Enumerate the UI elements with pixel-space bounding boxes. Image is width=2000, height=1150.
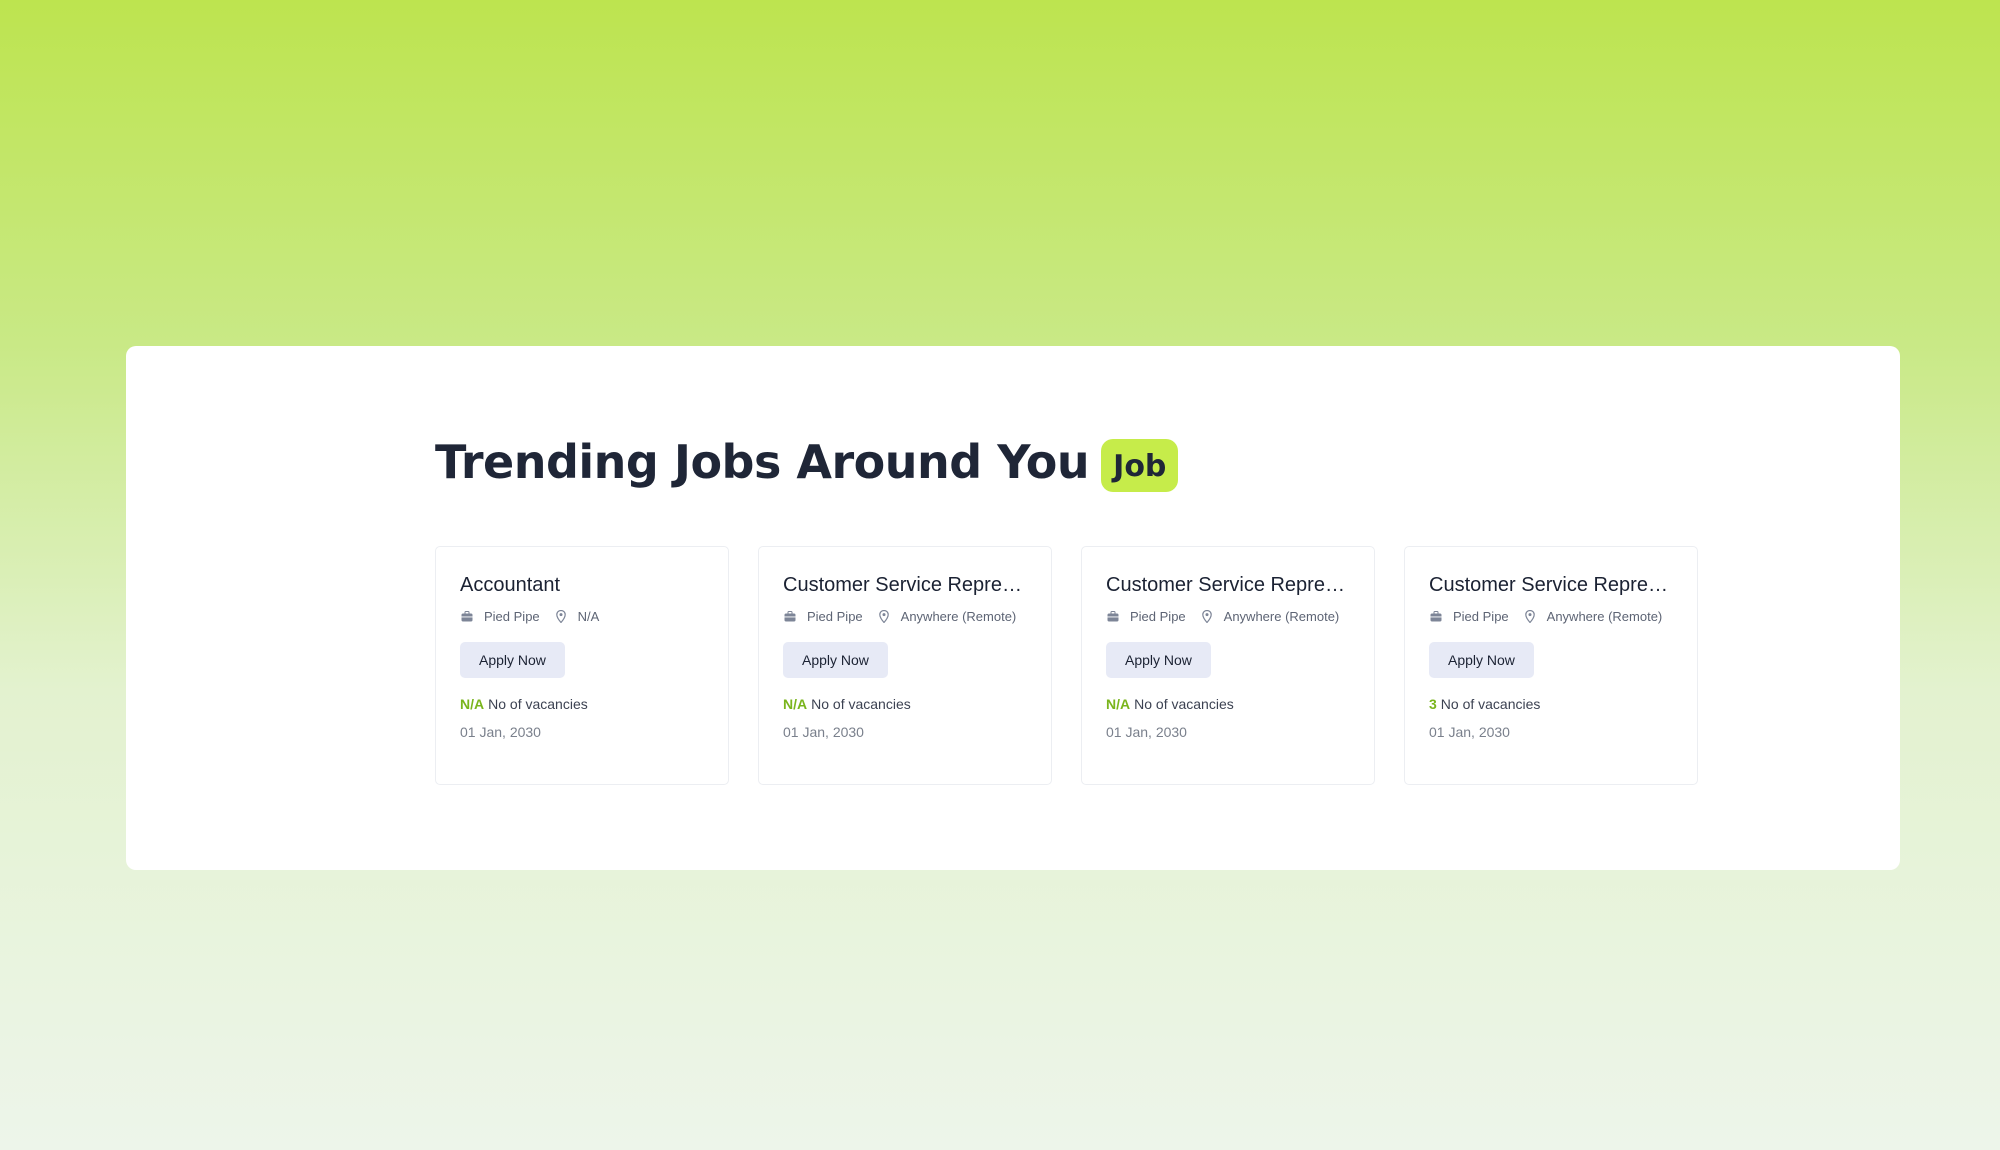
job-card[interactable]: Customer Service Repres... Pied Pipe Any… (1404, 546, 1698, 785)
vacancies: 3 No of vacancies (1429, 696, 1673, 712)
job-date: 01 Jan, 2030 (1429, 724, 1510, 740)
section-header: Trending Jobs Around You Job (435, 431, 1179, 492)
job-date: 01 Jan, 2030 (460, 724, 541, 740)
job-location: Anywhere (Remote) (1223, 609, 1340, 624)
briefcase-icon (1106, 610, 1120, 624)
company-name: Pied Pipe (1130, 609, 1186, 624)
job-meta: Pied Pipe Anywhere (Remote) (1106, 609, 1350, 624)
vacancies: N/A No of vacancies (460, 696, 704, 712)
vacancies-count: N/A (783, 696, 808, 712)
job-title[interactable]: Accountant (460, 573, 704, 597)
vacancies-count: N/A (1106, 696, 1131, 712)
apply-now-button[interactable]: Apply Now (1106, 642, 1211, 678)
trending-jobs-panel: Trending Jobs Around You Job Accountant … (126, 346, 1900, 870)
job-meta: Pied Pipe Anywhere (Remote) (1429, 609, 1673, 624)
job-badge: Job (1101, 439, 1179, 492)
company-name: Pied Pipe (1453, 609, 1509, 624)
job-location: N/A (577, 609, 600, 624)
vacancies-label: No of vacancies (1440, 696, 1541, 712)
job-card[interactable]: Customer Service Repres... Pied Pipe Any… (1081, 546, 1375, 785)
map-pin-icon (1200, 610, 1214, 624)
apply-now-button[interactable]: Apply Now (783, 642, 888, 678)
briefcase-icon (1429, 610, 1443, 624)
apply-now-button[interactable]: Apply Now (460, 642, 565, 678)
job-location: Anywhere (Remote) (900, 609, 1017, 624)
company-name: Pied Pipe (807, 609, 863, 624)
job-title[interactable]: Customer Service Repres... (1106, 573, 1350, 597)
vacancies-count: 3 (1429, 696, 1437, 712)
job-card[interactable]: Customer Service Repres... Pied Pipe Any… (758, 546, 1052, 785)
section-heading: Trending Jobs Around You (435, 434, 1090, 489)
vacancies: N/A No of vacancies (783, 696, 1027, 712)
job-date: 01 Jan, 2030 (783, 724, 864, 740)
vacancies-label: No of vacancies (811, 696, 911, 712)
job-card[interactable]: Accountant Pied Pipe N/A Apply Now N/A No… (435, 546, 729, 785)
briefcase-icon (783, 610, 797, 624)
vacancies-count: N/A (460, 696, 485, 712)
map-pin-icon (877, 610, 891, 624)
job-title[interactable]: Customer Service Repres... (1429, 573, 1673, 597)
job-meta: Pied Pipe N/A (460, 609, 704, 624)
job-cards: Accountant Pied Pipe N/A Apply Now N/A No… (435, 546, 1698, 785)
company-name: Pied Pipe (484, 609, 540, 624)
vacancies-label: No of vacancies (1134, 696, 1234, 712)
job-meta: Pied Pipe Anywhere (Remote) (783, 609, 1027, 624)
job-date: 01 Jan, 2030 (1106, 724, 1187, 740)
briefcase-icon (460, 610, 474, 624)
job-title[interactable]: Customer Service Repres... (783, 573, 1027, 597)
vacancies-label: No of vacancies (488, 696, 588, 712)
job-location: Anywhere (Remote) (1546, 609, 1663, 624)
map-pin-icon (554, 610, 568, 624)
apply-now-button[interactable]: Apply Now (1429, 642, 1534, 678)
map-pin-icon (1523, 610, 1537, 624)
vacancies: N/A No of vacancies (1106, 696, 1350, 712)
